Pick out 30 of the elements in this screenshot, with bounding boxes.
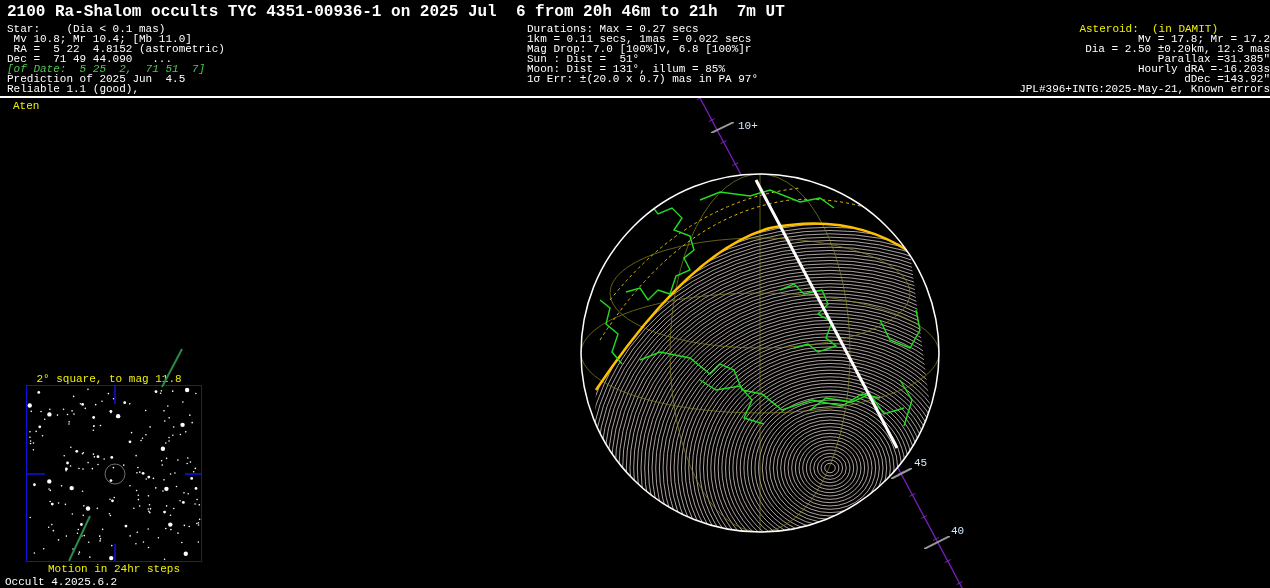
star-info-line: Mv 10.8; Mr 10.4; [Mb 11.0] bbox=[12, 34, 192, 44]
star-info-line: [of Date: 5 25 2, 71 51 7] bbox=[7, 64, 207, 74]
time-marker-line bbox=[711, 122, 734, 133]
asteroid-info-line: JPL#396+INTG:2025-May-21, Known errors bbox=[1019, 84, 1270, 94]
orbit-class-label: Aten bbox=[13, 100, 40, 112]
event-info-line: Sun : Dist = 51° bbox=[527, 54, 640, 64]
star-info-line: Prediction of 2025 Jun 4.5 bbox=[7, 74, 187, 84]
star-info-line: Star: (Dia < 0.1 mas) bbox=[7, 24, 166, 34]
event-info-line: 1km = 0.11 secs, 1mas = 0.022 secs bbox=[527, 34, 753, 44]
chart-caption: Motion in 24hr steps bbox=[48, 563, 180, 575]
star-info-line: RA = 5 22 4.8152 (astrometric) bbox=[12, 44, 226, 54]
time-marker-line bbox=[924, 536, 950, 549]
version-label: Occult 4.2025.6.2 bbox=[5, 576, 119, 588]
star-info-line: Dec = 71 49 44.090 ... bbox=[7, 54, 173, 64]
asteroid-info-line: Hourly dRA =-16.203s bbox=[1137, 64, 1270, 74]
asteroid-info-line: dDec =143.92" bbox=[1184, 74, 1270, 84]
asteroid-info-line: Parallax =31.385" bbox=[1157, 54, 1270, 64]
event-title: 2100 Ra-Shalom occults TYC 4351-00936-1 on 2025 Jul 6 from 20h 46m to 21h 7m UT bbox=[6, 2, 786, 21]
time-label: 45 bbox=[914, 457, 928, 469]
event-info-line: Moon: Dist = 131°, illum = 85% bbox=[527, 64, 727, 74]
asteroid-info-line: Dia = 2.50 ±0.20km, 12.3 mas bbox=[1085, 44, 1270, 54]
time-label: 40 bbox=[951, 525, 965, 537]
time-marker-line bbox=[891, 468, 912, 479]
time-label: 10+ bbox=[738, 120, 758, 132]
asteroid-info-line: Mv = 17.8; Mr = 17.2 bbox=[1137, 34, 1270, 44]
star-info-line: Reliable 1.1 (good), bbox=[7, 84, 141, 94]
event-info-line: 1σ Err: ±(20.0 x 0.7) mas in PA 97° bbox=[527, 74, 759, 84]
asteroid-info-line: Asteroid: (in DAMIT) bbox=[1079, 24, 1218, 34]
event-info-line: Durations: Max = 0.27 secs bbox=[527, 24, 700, 34]
event-info-line: Mag Drop: 7.0 [100%]v, 6.8 [100%]r bbox=[527, 44, 753, 54]
